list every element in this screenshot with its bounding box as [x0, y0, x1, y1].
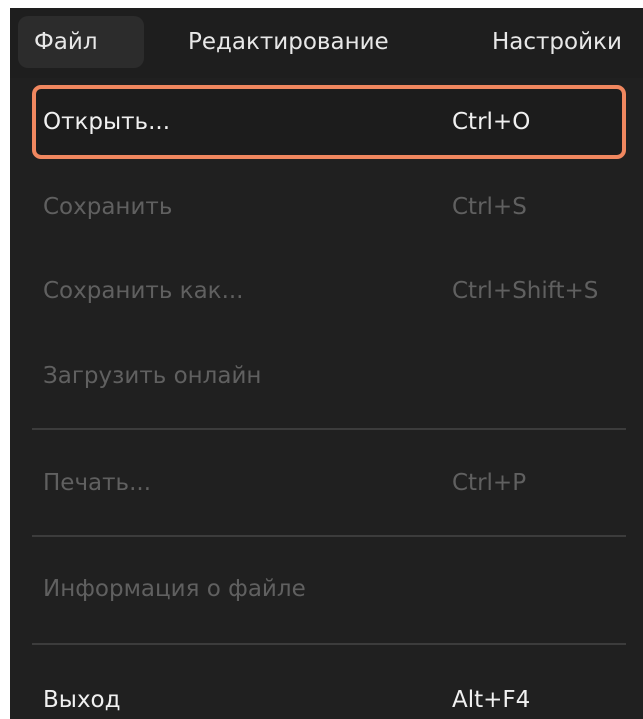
- menu-item-shortcut: Alt+F4: [452, 687, 531, 713]
- menu-item-print[interactable]: Печать... Ctrl+P: [32, 446, 626, 520]
- menu-item-shortcut: Ctrl+Shift+S: [452, 278, 599, 304]
- menu-item-shortcut: Ctrl+O: [452, 109, 531, 135]
- menu-item-shortcut: Ctrl+P: [452, 470, 527, 496]
- menu-item-file-info[interactable]: Информация о файле: [32, 552, 626, 626]
- menu-item-label: Сохранить: [43, 194, 173, 220]
- menu-item-label: Загрузить онлайн: [43, 363, 262, 389]
- menu-item-save[interactable]: Сохранить Ctrl+S: [32, 170, 626, 244]
- menu-item-shortcut: Ctrl+S: [452, 194, 527, 220]
- menu-bar: Файл Редактирование Настройки: [10, 8, 643, 78]
- menu-separator: [32, 643, 626, 645]
- menu-item-save-as[interactable]: Сохранить как... Ctrl+Shift+S: [32, 254, 626, 328]
- menu-separator: [32, 428, 626, 430]
- menu-item-label: Сохранить как...: [43, 278, 244, 304]
- menu-item-exit[interactable]: Выход Alt+F4: [32, 663, 626, 719]
- menu-item-label: Выход: [43, 687, 121, 713]
- menu-file[interactable]: Файл: [18, 16, 144, 68]
- menu-item-open[interactable]: Открыть... Ctrl+O: [32, 85, 626, 159]
- menu-item-label: Открыть...: [43, 109, 171, 135]
- menu-separator: [32, 535, 626, 537]
- menu-item-label: Печать...: [43, 470, 152, 496]
- app-window: Файл Редактирование Настройки Открыть...…: [10, 8, 643, 719]
- menu-item-upload-online[interactable]: Загрузить онлайн: [32, 339, 626, 413]
- file-dropdown-menu: Открыть... Ctrl+O Сохранить Ctrl+S Сохра…: [10, 78, 643, 719]
- menu-settings[interactable]: Настройки: [476, 16, 638, 68]
- menu-item-label: Информация о файле: [43, 576, 306, 602]
- menu-edit[interactable]: Редактирование: [172, 16, 405, 68]
